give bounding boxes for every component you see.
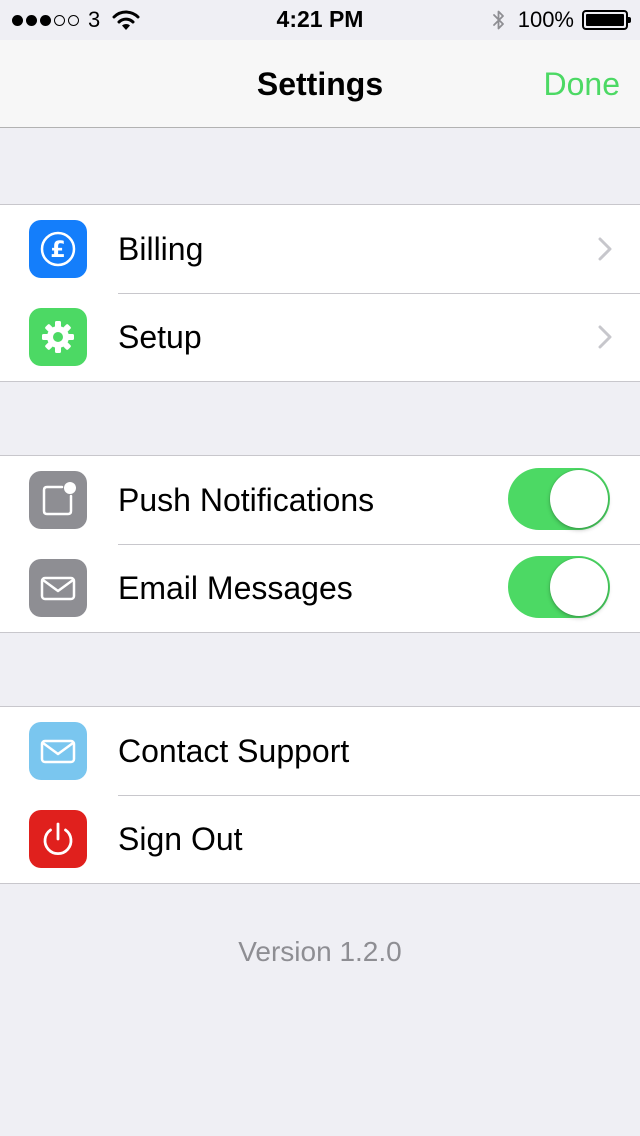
setup-row[interactable]: Setup (0, 293, 640, 381)
billing-icon-tile: £ (29, 220, 87, 278)
pound-currency-icon: £ (40, 231, 76, 267)
settings-group-account: £ Billing Setup (0, 204, 640, 382)
version-text: Version 1.2.0 (238, 936, 402, 967)
sign-out-icon-tile (29, 810, 87, 868)
billing-label: Billing (118, 231, 204, 267)
toggle-knob (550, 470, 608, 528)
contact-support-icon-tile (29, 722, 87, 780)
sign-out-label: Sign Out (118, 821, 243, 857)
svg-text:£: £ (50, 238, 65, 263)
notification-badge-icon (42, 482, 76, 516)
email-messages-row: Email Messages (0, 544, 640, 632)
push-notifications-toggle[interactable] (508, 468, 610, 530)
bluetooth-icon (492, 10, 504, 30)
push-notifications-row: Push Notifications (0, 456, 640, 544)
battery-percent: 100% (517, 7, 574, 32)
chevron-right-icon (598, 237, 612, 261)
sign-out-row[interactable]: Sign Out (0, 795, 640, 883)
chevron-right-icon (598, 325, 612, 349)
email-messages-label: Email Messages (118, 570, 353, 606)
push-notifications-label: Push Notifications (118, 482, 375, 518)
status-bar-right: 100% (492, 7, 631, 32)
toggle-knob (550, 558, 608, 616)
status-bar: 3 4:21 PM 100% (0, 0, 640, 40)
battery-icon (582, 10, 631, 30)
settings-group-notifications: Push Notifications Email Messages (0, 455, 640, 633)
contact-support-row[interactable]: Contact Support (0, 707, 640, 795)
email-messages-toggle[interactable] (508, 556, 610, 618)
contact-support-label: Contact Support (118, 733, 350, 769)
gear-icon (42, 321, 74, 353)
setup-icon-tile (29, 308, 87, 366)
done-button[interactable]: Done (544, 66, 621, 103)
envelope-icon (40, 576, 76, 601)
envelope-icon (40, 739, 76, 764)
email-messages-icon-tile (29, 559, 87, 617)
settings-group-support: Contact Support Sign Out (0, 706, 640, 884)
power-icon (43, 822, 73, 856)
push-notifications-icon-tile (29, 471, 87, 529)
navigation-bar: Settings Done (0, 40, 640, 128)
setup-label: Setup (118, 319, 202, 355)
billing-row[interactable]: £ Billing (0, 205, 640, 293)
